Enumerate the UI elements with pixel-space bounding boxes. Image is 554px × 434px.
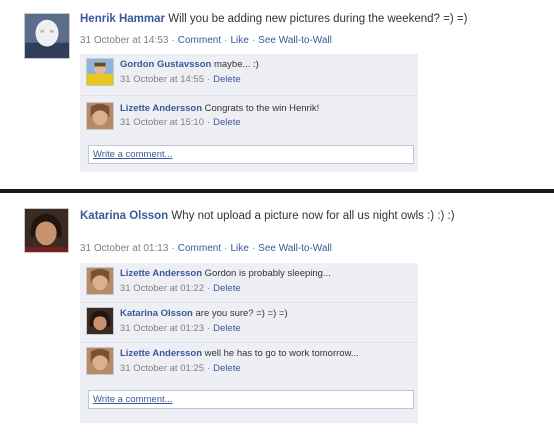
avatar[interactable] bbox=[86, 267, 114, 295]
delete-link[interactable]: Delete bbox=[213, 363, 240, 374]
post-text: Will you be adding new pictures during t… bbox=[168, 13, 468, 25]
comment-text: maybe... :) bbox=[213, 59, 259, 70]
comment: Lizette Andersson Gordon is probably sle… bbox=[80, 263, 418, 303]
comments-section: Gordon Gustavsson maybe... :) 31 October… bbox=[80, 54, 418, 172]
write-comment-input[interactable]: Write a comment... bbox=[88, 390, 414, 409]
author-link[interactable]: Henrik Hammar bbox=[80, 13, 165, 25]
comment: Lizette Andersson well he has to go to w… bbox=[80, 343, 418, 385]
comment-timestamp: 31 October at 14:55 bbox=[120, 74, 204, 85]
delete-link[interactable]: Delete bbox=[213, 283, 240, 294]
avatar[interactable] bbox=[86, 347, 114, 375]
delete-link[interactable]: Delete bbox=[213, 74, 240, 85]
delete-link[interactable]: Delete bbox=[213, 323, 240, 334]
timestamp: 31 October at 01:13 bbox=[80, 243, 169, 254]
comment-link[interactable]: Comment bbox=[178, 35, 221, 46]
profile-photo-icon bbox=[87, 268, 113, 294]
comment: Katarina Olsson are you sure? =) =) =) 3… bbox=[80, 303, 418, 343]
comment-timestamp: 31 October at 01:23 bbox=[120, 323, 204, 334]
comment: Lizette Andersson Congrats to the win He… bbox=[80, 96, 418, 141]
comment-author-link[interactable]: Lizette Andersson bbox=[120, 268, 202, 279]
comment-author-link[interactable]: Katarina Olsson bbox=[120, 308, 193, 319]
comment-timestamp: 31 October at 15:10 bbox=[120, 117, 204, 128]
wall-to-wall-link[interactable]: See Wall-to-Wall bbox=[258, 243, 332, 254]
wall-post: Henrik Hammar Will you be adding new pic… bbox=[0, 0, 554, 189]
comment-text: Gordon is probably sleeping... bbox=[204, 268, 331, 279]
avatar[interactable] bbox=[24, 13, 70, 59]
comment-author-link[interactable]: Lizette Andersson bbox=[120, 103, 202, 114]
timestamp: 31 October at 14:53 bbox=[80, 35, 169, 46]
profile-photo-icon bbox=[87, 59, 113, 85]
comment-timestamp: 31 October at 01:22 bbox=[120, 283, 204, 294]
avatar[interactable] bbox=[86, 102, 114, 130]
comments-section: Lizette Andersson Gordon is probably sle… bbox=[80, 263, 418, 423]
profile-photo-icon bbox=[25, 14, 69, 58]
comment-text: Congrats to the win Henrik! bbox=[204, 103, 320, 114]
avatar[interactable] bbox=[86, 58, 114, 86]
post-text: Why not upload a picture now for all us … bbox=[171, 210, 455, 222]
like-link[interactable]: Like bbox=[230, 35, 248, 46]
author-link[interactable]: Katarina Olsson bbox=[80, 210, 168, 222]
comment-author-link[interactable]: Gordon Gustavsson bbox=[120, 59, 211, 70]
delete-link[interactable]: Delete bbox=[213, 117, 240, 128]
comment: Gordon Gustavsson maybe... :) 31 October… bbox=[80, 54, 418, 96]
post-meta: 31 October at 01:13 · Comment · Like · See Wal… bbox=[80, 243, 332, 254]
profile-photo-icon bbox=[87, 348, 113, 374]
comment-timestamp: 31 October at 01:25 bbox=[120, 363, 204, 374]
write-comment-input[interactable]: Write a comment... bbox=[88, 145, 414, 164]
wall-post: Katarina Olsson Why not upload a picture… bbox=[0, 193, 554, 434]
avatar[interactable] bbox=[24, 208, 69, 253]
profile-photo-icon bbox=[87, 308, 113, 334]
post-header: Katarina Olsson Why not upload a picture… bbox=[80, 210, 455, 222]
comment-link[interactable]: Comment bbox=[178, 243, 221, 254]
wall-to-wall-link[interactable]: See Wall-to-Wall bbox=[258, 35, 332, 46]
post-header: Henrik Hammar Will you be adding new pic… bbox=[80, 13, 467, 25]
profile-photo-icon bbox=[25, 209, 68, 252]
profile-photo-icon bbox=[87, 103, 113, 129]
comment-author-link[interactable]: Lizette Andersson bbox=[120, 348, 202, 359]
comment-text: are you sure? =) =) =) bbox=[195, 308, 288, 319]
like-link[interactable]: Like bbox=[230, 243, 248, 254]
comment-text: well he has to go to work tomorrow... bbox=[204, 348, 359, 359]
avatar[interactable] bbox=[86, 307, 114, 335]
post-meta: 31 October at 14:53 · Comment · Like · See Wal… bbox=[80, 35, 332, 46]
